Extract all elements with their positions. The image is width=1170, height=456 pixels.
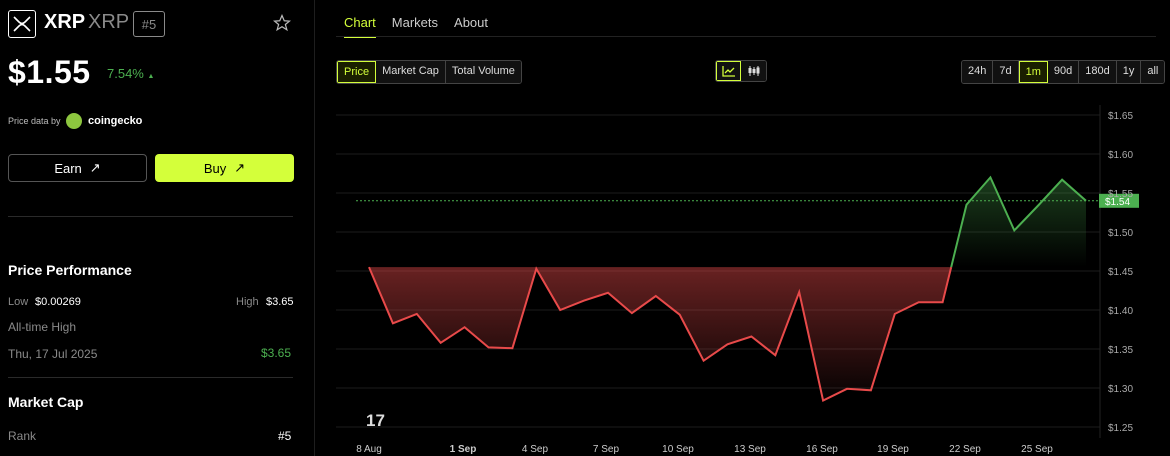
y-tick-label: $1.45 xyxy=(1108,267,1133,278)
price-area-below-baseline xyxy=(369,267,952,401)
x-tick-label: 8 Aug xyxy=(356,444,382,455)
x-tick-label: 16 Sep xyxy=(806,444,838,455)
y-tick-label: $1.30 xyxy=(1108,384,1133,395)
y-tick-label: $1.60 xyxy=(1108,150,1133,161)
price-chart[interactable]: $1.54 $1.65$1.60$1.55$1.50$1.45$1.40$1.3… xyxy=(0,0,1170,456)
y-tick-label: $1.40 xyxy=(1108,306,1133,317)
x-tick-label: 4 Sep xyxy=(522,444,549,455)
price-area-above-baseline xyxy=(951,177,1086,268)
x-tick-label: 25 Sep xyxy=(1021,444,1053,455)
y-tick-label: $1.25 xyxy=(1108,423,1133,434)
y-tick-label: $1.50 xyxy=(1108,228,1133,239)
y-tick-label: $1.35 xyxy=(1108,345,1133,356)
x-tick-label: 10 Sep xyxy=(662,444,694,455)
x-tick-label: 13 Sep xyxy=(734,444,766,455)
x-tick-label: 19 Sep xyxy=(877,444,909,455)
x-tick-label: 7 Sep xyxy=(593,444,620,455)
x-tick-label: 1 Sep xyxy=(450,444,477,455)
x-tick-label: 22 Sep xyxy=(949,444,981,455)
y-tick-label: $1.55 xyxy=(1108,189,1133,200)
y-tick-label: $1.65 xyxy=(1108,111,1133,122)
svg-text:17: 17 xyxy=(366,411,385,430)
tradingview-logo: 17 xyxy=(366,411,385,430)
